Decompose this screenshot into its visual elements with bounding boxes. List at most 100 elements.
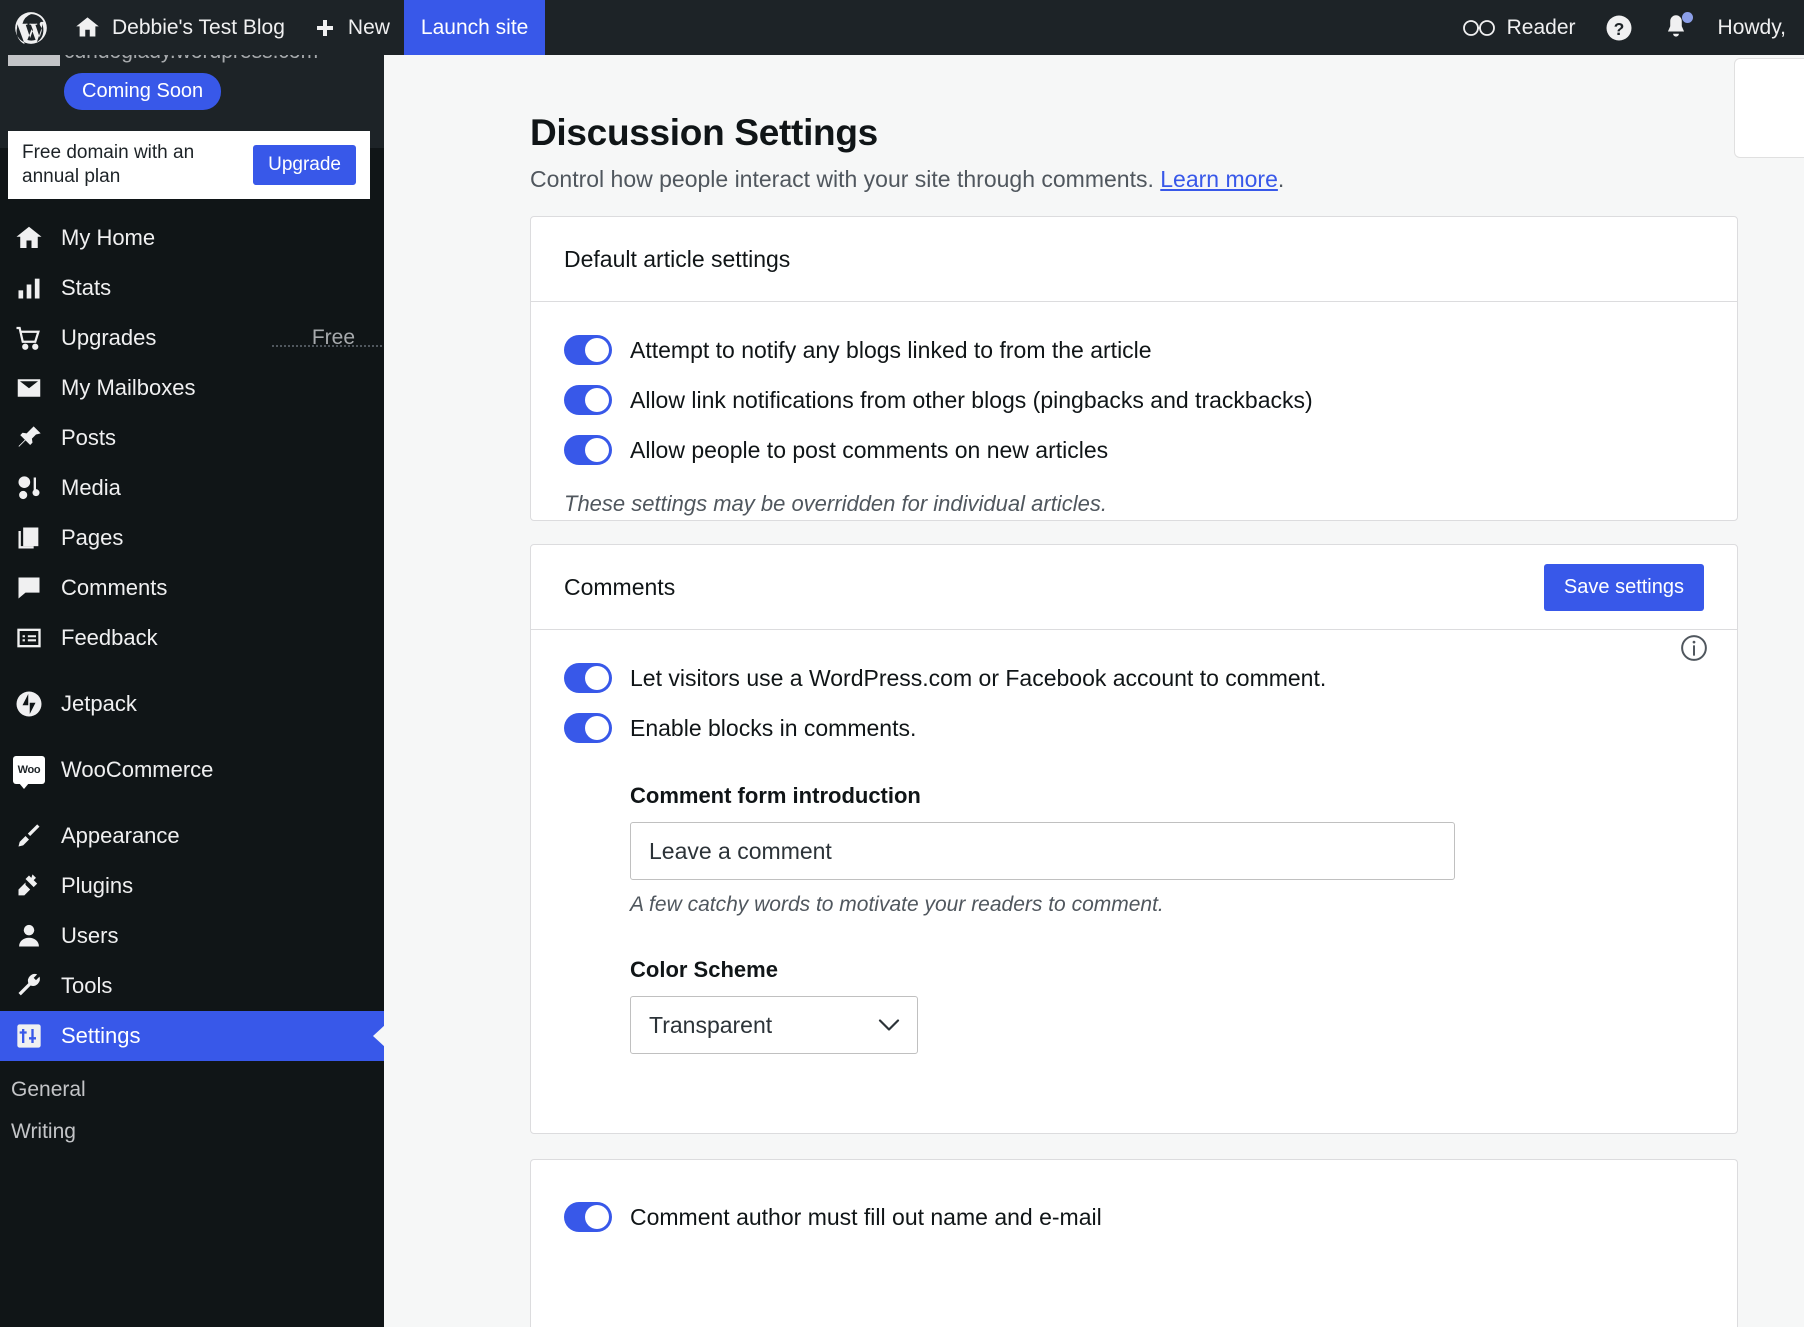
sidebar-item-my-home[interactable]: My Home [0,213,384,263]
new-content-label: New [347,15,390,39]
jetpack-icon [11,686,47,722]
sidebar-item-label: Stats [61,275,112,300]
info-icon[interactable] [1679,633,1709,663]
stats-icon [11,270,47,306]
sidebar-item-upgrades[interactable]: Upgrades Free [0,313,384,363]
card-header: Default article settings [531,217,1737,302]
settings-submenu: General Writing [0,1061,384,1153]
sidebar-item-media[interactable]: Media [0,463,384,513]
toggle-require-name-email[interactable] [564,1202,612,1232]
sidebar-item-jetpack[interactable]: Jetpack [0,679,384,729]
sidebar-item-label: Jetpack [61,691,137,716]
toggle-label: Comment author must fill out name and e-… [630,1203,1102,1230]
pin-icon [11,420,47,456]
toggle-label: Enable blocks in comments. [630,714,917,741]
page-title: Discussion Settings [530,112,878,153]
wordpress-logo-icon [12,9,50,47]
cart-icon [11,320,47,356]
toggle-allow-comments[interactable] [564,435,612,465]
sidebar-item-settings[interactable]: Settings [0,1011,384,1061]
wordpress-logo-button[interactable] [0,0,60,55]
sidebar-item-label: Pages [61,525,124,550]
sidebar-item-label: Media [61,475,121,500]
page-subtitle-period: . [1277,166,1285,192]
sidebar-item-my-mailboxes[interactable]: My Mailboxes [0,363,384,413]
sidebar-item-comments[interactable]: Comments [0,563,384,613]
toggle-label: Allow people to post comments on new art… [630,436,1109,463]
home-icon [74,14,101,41]
setting-row-link-notifications: Allow link notifications from other blog… [531,385,1737,415]
sidebar-item-label: Plugins [61,873,134,898]
comment-form-introduction-block: Comment form introduction A few catchy w… [531,783,1737,917]
toggle-label: Let visitors use a WordPress.com or Face… [630,664,1327,691]
site-name-menu[interactable]: Debbie's Test Blog [60,0,299,55]
card-body: Let visitors use a WordPress.com or Face… [531,630,1737,1054]
sidebar-item-woocommerce[interactable]: Woo WooCommerce [0,745,384,795]
help-button[interactable]: ? [1590,0,1648,55]
toggle-enable-blocks[interactable] [564,713,612,743]
help-icon: ? [1604,13,1634,43]
sidebar-item-appearance[interactable]: Appearance [0,811,384,861]
admin-bar: Debbie's Test Blog New Launch site Reade… [0,0,1804,55]
sidebar-menu: My Home Stats Upgrades Free My Mailboxes… [0,213,384,1153]
sidebar-item-plugins[interactable]: Plugins [0,861,384,911]
svg-text:?: ? [1613,18,1624,38]
sidebar-item-label: Settings [61,1023,141,1048]
coming-soon-badge[interactable]: Coming Soon [64,73,222,110]
card-header: Comments Save settings [531,545,1737,630]
upgrade-button[interactable]: Upgrade [253,145,356,185]
sidebar-item-label: My Mailboxes [61,375,196,400]
user-icon [11,918,47,954]
mail-icon [11,370,47,406]
sidebar-item-label: Appearance [61,823,180,848]
comments-heading: Comments [564,573,676,600]
toggle-link-notifications[interactable] [564,385,612,415]
sidebar-item-feedback[interactable]: Feedback [0,613,384,663]
page-header: Discussion Settings Control how people i… [530,112,1284,193]
toggle-notify-blogs[interactable] [564,335,612,365]
reader-button[interactable]: Reader [1448,0,1590,55]
launch-site-button[interactable]: Launch site [403,0,546,55]
setting-row-wpcom-facebook-login: Let visitors use a WordPress.com or Face… [531,663,1737,693]
settings-icon [11,1018,47,1054]
sidebar-item-label: Comments [61,575,168,600]
comment-form-introduction-input[interactable] [630,822,1455,880]
media-icon [11,470,47,506]
new-content-button[interactable]: New [299,0,404,55]
setting-row-enable-blocks: Enable blocks in comments. [531,713,1737,743]
sidebar-item-label: Users [61,923,119,948]
account-menu[interactable]: Howdy, [1704,0,1800,55]
feedback-icon [11,620,47,656]
toggle-label: Allow link notifications from other blog… [630,386,1313,413]
reader-glasses-icon [1462,18,1496,38]
save-settings-button[interactable]: Save settings [1543,563,1704,611]
sidebar-item-label: WooCommerce [61,757,214,782]
comment-form-introduction-help: A few catchy words to motivate your read… [630,893,1164,916]
sidebar-item-posts[interactable]: Posts [0,413,384,463]
comment-rules-card: Comment author must fill out name and e-… [530,1159,1738,1327]
notifications-button[interactable] [1648,0,1704,55]
sidebar-item-label: Feedback [61,625,158,650]
color-scheme-select[interactable]: Transparent [630,996,918,1054]
toggle-label: Attempt to notify any blogs linked to fr… [630,336,1152,363]
sidebar-item-pages[interactable]: Pages [0,513,384,563]
submenu-item-general[interactable]: General [0,1069,384,1111]
sidebar-item-users[interactable]: Users [0,911,384,961]
default-article-settings-card: Default article settings Attempt to noti… [530,216,1738,521]
sidebar-item-badge: Free [311,326,355,349]
upgrade-promo-text: Free domain with an annual plan [22,142,195,187]
sidebar-item-tools[interactable]: Tools [0,961,384,1011]
comment-form-introduction-label: Comment form introduction [630,783,921,808]
submenu-item-writing[interactable]: Writing [0,1111,384,1153]
toggle-wpcom-facebook-login[interactable] [564,663,612,693]
sidebar-item-stats[interactable]: Stats [0,263,384,313]
plus-icon [313,16,337,40]
home-icon [11,220,47,256]
color-scheme-selected-value: Transparent [649,1011,773,1038]
howdy-label: Howdy, [1717,15,1786,39]
setting-row-allow-comments: Allow people to post comments on new art… [531,435,1737,465]
learn-more-link[interactable]: Learn more [1160,166,1278,192]
plug-icon [11,868,47,904]
